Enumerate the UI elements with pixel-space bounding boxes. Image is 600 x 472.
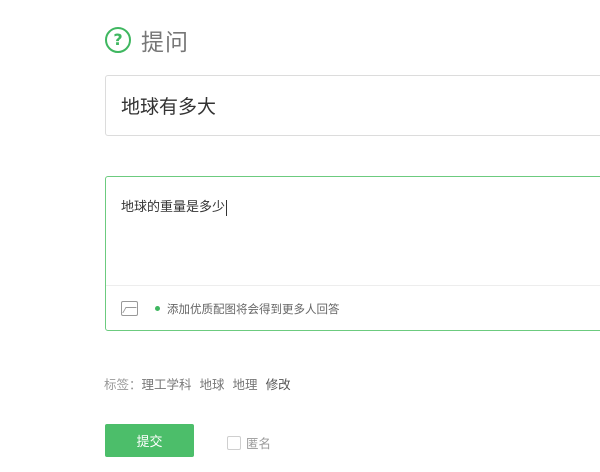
question-detail-value: 地球的重量是多少 <box>121 200 226 215</box>
tag-item: 地球 <box>199 377 225 392</box>
tags-row: 标签： 理工学科 地球 地理 修改 <box>104 374 291 393</box>
image-icon[interactable] <box>121 301 138 316</box>
page-title: 提问 <box>141 30 189 56</box>
question-mark-icon: ? <box>105 27 131 53</box>
editor-toolbar: 添加优质配图将会得到更多人回答 <box>106 285 600 331</box>
tag-item: 理工学科 <box>141 377 192 392</box>
tag-item: 地理 <box>232 377 258 392</box>
anonymous-option[interactable]: 匿名 <box>227 433 271 452</box>
question-detail-text[interactable]: 地球的重量是多少 <box>121 196 228 216</box>
image-hint-text: 添加优质配图将会得到更多人回答 <box>167 301 340 316</box>
anonymous-label: 匿名 <box>246 436 272 451</box>
edit-tags-link[interactable]: 修改 <box>266 374 291 393</box>
hint-dot-icon <box>155 306 160 311</box>
anonymous-checkbox[interactable] <box>227 435 241 450</box>
page-header: ? 提问 <box>105 24 189 56</box>
question-title-field[interactable] <box>105 75 600 136</box>
submit-button[interactable]: 提交 <box>105 424 194 457</box>
question-detail-editor[interactable]: 地球的重量是多少 添加优质配图将会得到更多人回答 <box>105 176 600 331</box>
question-title-input[interactable] <box>106 76 600 135</box>
text-caret <box>226 199 228 216</box>
tags-label: 标签： <box>104 377 142 392</box>
